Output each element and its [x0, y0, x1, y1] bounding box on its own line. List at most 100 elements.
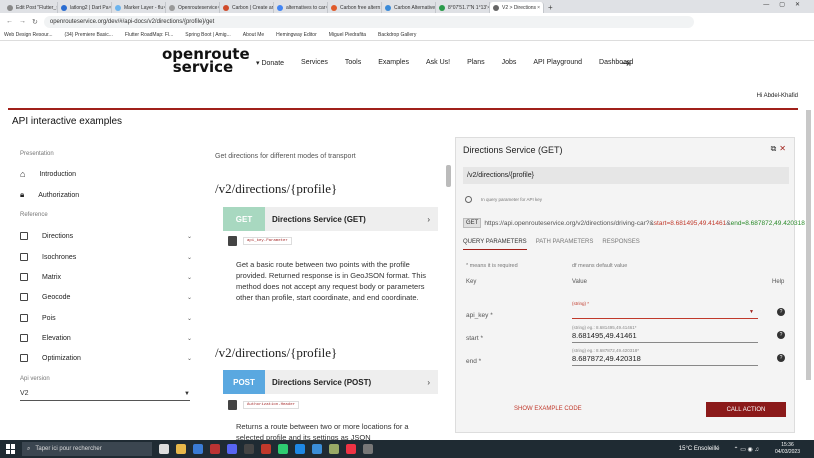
- sidebar-item-authorization[interactable]: 🔒︎ Authorization: [20, 187, 192, 203]
- expand-icon[interactable]: ⧉: [771, 144, 777, 153]
- browser-tab[interactable]: latlong2 | Dart Pa ×: [58, 2, 112, 13]
- nav-donate[interactable]: ▾ Donate: [256, 59, 284, 67]
- nav-tools[interactable]: Tools: [345, 59, 361, 67]
- sidebar-item-isochrones[interactable]: Isochrones ⌄: [20, 249, 192, 265]
- param-hint: (string) *: [572, 301, 590, 306]
- endpoint-card-post[interactable]: POST Directions Service (POST) ›: [223, 370, 438, 394]
- app-icon[interactable]: [244, 444, 254, 454]
- tray-icons[interactable]: ⌃ ▭ ◉ ♫: [734, 446, 759, 453]
- new-tab-button[interactable]: +: [548, 2, 553, 13]
- tab-path-parameters[interactable]: PATH PARAMETERS: [536, 239, 594, 250]
- endpoint-heading: /v2/directions/{profile}: [215, 345, 338, 360]
- sidebar-item-matrix[interactable]: Matrix ⌄: [20, 269, 192, 285]
- logout-icon[interactable]: ⇥: [621, 56, 631, 70]
- panel-tabs: QUERY PARAMETERS PATH PARAMETERS RESPONS…: [463, 239, 649, 250]
- reload-icon[interactable]: ↻: [32, 18, 38, 26]
- favicon-icon: [331, 4, 337, 11]
- help-icon[interactable]: ?: [777, 308, 785, 316]
- column-help: Help: [772, 279, 785, 285]
- scrollbar-thumb[interactable]: [806, 110, 811, 380]
- vscode-icon[interactable]: [295, 444, 305, 454]
- sidebar-item-introduction[interactable]: ⌂ Introduction: [20, 166, 192, 182]
- end-input[interactable]: 8.687872,49.420318: [572, 354, 758, 366]
- app-icon[interactable]: [312, 444, 322, 454]
- sidebar-item-geocode[interactable]: Geocode ⌄: [20, 289, 192, 305]
- chevron-down-icon: ⌄: [186, 254, 192, 261]
- caret-down-icon: ▼: [184, 390, 190, 397]
- app-icon[interactable]: [193, 444, 203, 454]
- endpoint-card-get[interactable]: GET Directions Service (GET) ›: [223, 207, 438, 231]
- sidebar-item-elevation[interactable]: Elevation ⌄: [20, 330, 192, 346]
- browser-tab[interactable]: Openrouteservice×: [166, 2, 220, 13]
- url-input[interactable]: openrouteservice.org/dev/#/api-docs/v2/d…: [43, 15, 694, 28]
- site-logo[interactable]: openroute service: [162, 47, 250, 75]
- bookmark-item[interactable]: Backdrop Gallery: [378, 32, 416, 38]
- discord-icon[interactable]: [227, 444, 237, 454]
- app-icon[interactable]: [363, 444, 373, 454]
- nav-examples[interactable]: Examples: [378, 59, 409, 67]
- chrome-icon[interactable]: [346, 444, 356, 454]
- help-icon[interactable]: ?: [777, 331, 785, 339]
- nav-ask-us[interactable]: Ask Us!: [426, 59, 450, 67]
- content-scrollbar[interactable]: [446, 165, 451, 187]
- browser-tab[interactable]: Edit Post "Flutter_×: [4, 2, 58, 13]
- sidebar-item-pois[interactable]: Pois ⌄: [20, 310, 192, 326]
- favicon-icon: [7, 4, 13, 11]
- app-icon[interactable]: [210, 444, 220, 454]
- forward-icon[interactable]: →: [19, 18, 26, 25]
- book-icon: [20, 253, 28, 261]
- bookmark-item[interactable]: Hemingway Editor: [276, 32, 317, 38]
- path-display: /v2/directions/{profile}: [463, 167, 789, 184]
- lock-icon: [228, 236, 237, 246]
- method-badge: GET: [463, 218, 482, 228]
- weather-status[interactable]: 15°C Ensoleillé: [679, 446, 720, 452]
- app-icon[interactable]: [278, 444, 288, 454]
- browser-tab[interactable]: Carbon free altern×: [328, 2, 382, 13]
- nav-jobs[interactable]: Jobs: [502, 59, 517, 67]
- api-key-input[interactable]: ▼: [572, 307, 758, 319]
- tab-query-parameters[interactable]: QUERY PARAMETERS: [463, 239, 527, 250]
- sidebar-item-directions[interactable]: Directions ⌄: [20, 228, 192, 244]
- api-version-select[interactable]: V2 ▼: [20, 387, 190, 401]
- call-action-button[interactable]: CALL ACTION: [706, 402, 786, 417]
- nav-api-playground[interactable]: API Playground: [533, 59, 582, 67]
- help-icon[interactable]: ?: [777, 354, 785, 362]
- file-explorer-icon[interactable]: [176, 444, 186, 454]
- bookmark-item[interactable]: (34) Premiere Basic...: [65, 32, 113, 38]
- windows-start-icon[interactable]: [6, 444, 16, 454]
- task-view-icon[interactable]: [159, 444, 169, 454]
- nav-plans[interactable]: Plans: [467, 59, 485, 67]
- bookmark-item[interactable]: Flutter RoadMap: Fl...: [125, 32, 173, 38]
- bookmark-item[interactable]: About Me: [243, 32, 264, 38]
- column-key: Key: [466, 279, 477, 285]
- nav-services[interactable]: Services: [301, 59, 328, 67]
- close-icon[interactable]: ✕: [779, 144, 786, 153]
- endpoint-description: Get a basic route between two points wit…: [236, 260, 426, 302]
- required-note: * means it is required: [466, 263, 518, 269]
- page-scrollbar[interactable]: [806, 110, 811, 380]
- browser-tab-active[interactable]: V2 > Directions ×: [490, 2, 544, 13]
- app-icon[interactable]: [261, 444, 271, 454]
- bookmark-item[interactable]: Web Design Resour...: [4, 32, 53, 38]
- browser-tab[interactable]: Marker Layer - flu ×: [112, 2, 166, 13]
- bookmark-item[interactable]: Spring Boot | Amig...: [185, 32, 231, 38]
- close-tab-icon[interactable]: ×: [537, 5, 540, 11]
- back-icon[interactable]: ←: [6, 18, 13, 25]
- browser-tab[interactable]: alternatives to car×: [274, 2, 328, 13]
- bookmark-item[interactable]: Miguel Piedrafita: [329, 32, 366, 38]
- param-hint: (string) eg.: 8.681495,49.41461*: [572, 325, 637, 330]
- endpoint-title: Directions Service (GET): [272, 214, 366, 224]
- chevron-right-icon: ›: [427, 377, 430, 387]
- show-example-code-button[interactable]: SHOW EXAMPLE CODE: [514, 406, 582, 412]
- param-key: api_key *: [466, 312, 493, 319]
- browser-tab[interactable]: Carbon Alternative×: [382, 2, 436, 13]
- tab-responses[interactable]: RESPONSES: [602, 239, 639, 250]
- start-input[interactable]: 8.681495,49.41461: [572, 331, 758, 343]
- app-icon[interactable]: [329, 444, 339, 454]
- window-controls[interactable]: —▢✕: [763, 1, 810, 8]
- taskbar-search[interactable]: ⌕ Taper ici pour rechercher: [22, 442, 152, 456]
- sidebar-item-optimization[interactable]: Optimization ⌄: [20, 350, 192, 366]
- clock[interactable]: 15:36 04/03/2023: [775, 442, 800, 456]
- browser-tab[interactable]: 8°07'51.7"N 1°13' ×: [436, 2, 490, 13]
- browser-tab[interactable]: Carbon | Create ar×: [220, 2, 274, 13]
